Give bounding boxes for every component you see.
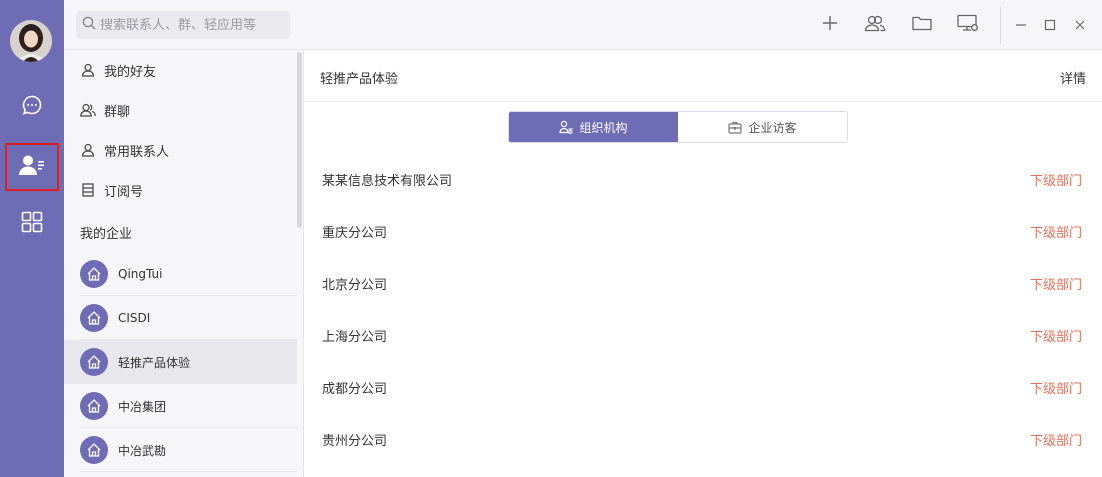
org-name: 中冶武勘: [118, 443, 167, 458]
files-button[interactable]: [910, 13, 934, 37]
plus-icon: [822, 15, 838, 35]
tab-organization[interactable]: 组织机构: [509, 112, 678, 142]
dept-row[interactable]: 某某信息技术有限公司 下级部门: [322, 153, 1082, 205]
dept-name: 上海分公司: [322, 329, 388, 345]
org-item-qingtui[interactable]: QingTui: [64, 252, 297, 296]
dept-name: 重庆分公司: [322, 225, 388, 241]
dept-row[interactable]: 贵州分公司 下级部门: [322, 413, 1082, 465]
folder-icon: [912, 15, 932, 35]
org-item-mcc-wukan[interactable]: 中冶武勘: [64, 428, 297, 472]
org-item-qingtui-experience[interactable]: 轻推产品体验: [64, 340, 297, 384]
org-name: QingTui: [118, 267, 163, 281]
briefcase-icon: [728, 121, 743, 134]
tab-label: 组织机构: [579, 120, 628, 135]
group-icon: [864, 14, 886, 36]
home-icon: [80, 260, 108, 288]
avatar[interactable]: [10, 20, 52, 62]
tab-label: 企业访客: [748, 120, 797, 135]
sub-dept-link[interactable]: 下级部门: [1030, 378, 1082, 397]
tab-enterprise-visitors[interactable]: 企业访客: [678, 112, 847, 142]
people-icon: [80, 102, 96, 118]
person-icon: [80, 142, 96, 158]
page-title: 轻推产品体验: [320, 72, 399, 87]
dept-name: 北京分公司: [322, 277, 388, 293]
person-icon: [80, 62, 96, 78]
home-icon: [80, 304, 108, 332]
sidebar-scrollbar[interactable]: [297, 52, 302, 228]
chat-nav-button[interactable]: [0, 83, 64, 131]
my-enterprise-section-label: 我的企业: [80, 227, 133, 242]
add-button[interactable]: [818, 13, 842, 37]
left-rail: [0, 0, 64, 477]
create-group-button[interactable]: [863, 13, 887, 37]
sub-dept-link[interactable]: 下级部门: [1030, 430, 1082, 449]
chat-icon: [21, 94, 43, 120]
dept-row[interactable]: 重庆分公司 下级部门: [322, 205, 1082, 257]
sidebar-item-friends[interactable]: 我的好友: [64, 50, 296, 90]
sidebar-item-label: 群聊: [104, 104, 131, 120]
screen-share-button[interactable]: [956, 13, 980, 37]
dept-row[interactable]: 北京分公司 下级部门: [322, 257, 1082, 309]
sidebar-item-label: 常用联系人: [104, 144, 170, 160]
home-icon: [80, 348, 108, 376]
search-input[interactable]: [100, 17, 280, 33]
sub-dept-link[interactable]: 下级部门: [1030, 274, 1082, 293]
sidebar-item-frequent-contacts[interactable]: 常用联系人: [64, 130, 296, 170]
org-name: 中冶集团: [118, 399, 167, 414]
sidebar-item-label: 订阅号: [104, 184, 144, 200]
org-name: CISDI: [118, 311, 151, 325]
toolbar-divider: [1000, 6, 1001, 44]
dept-row[interactable]: 上海分公司 下级部门: [322, 309, 1082, 361]
sub-dept-link[interactable]: 下级部门: [1030, 170, 1082, 189]
divider: [80, 471, 297, 472]
dept-name: 某某信息技术有限公司: [322, 173, 453, 189]
contacts-nav-button[interactable]: [5, 143, 59, 191]
sidebar-item-label: 我的好友: [104, 64, 157, 80]
sidebar-item-groups[interactable]: 群聊: [64, 90, 296, 130]
view-segmented-control: 组织机构 企业访客: [508, 111, 848, 143]
contacts-sidebar: 我的好友 群聊 常用联系人 订阅号 我的企业 QingTui CISDI 轻推产…: [64, 50, 304, 477]
close-button[interactable]: [1071, 16, 1089, 34]
dept-name: 贵州分公司: [322, 433, 388, 449]
apps-icon: [21, 211, 43, 237]
home-icon: [80, 392, 108, 420]
main-header: 轻推产品体验 详情: [304, 50, 1102, 102]
home-icon: [80, 436, 108, 464]
sub-dept-link[interactable]: 下级部门: [1030, 222, 1082, 241]
sidebar-item-subscriptions[interactable]: 订阅号: [64, 170, 296, 210]
search-box[interactable]: [76, 11, 290, 39]
org-item-mcc-group[interactable]: 中冶集团: [64, 384, 297, 428]
apps-nav-button[interactable]: [0, 200, 64, 248]
main-panel: 轻推产品体验 详情 组织机构 企业访客 某某信息技术有限公司 下级部门 重庆分公…: [304, 50, 1102, 477]
top-bar: [64, 0, 1102, 50]
dept-name: 成都分公司: [322, 381, 388, 397]
org-chart-icon: [559, 120, 573, 134]
details-link[interactable]: 详情: [1060, 68, 1086, 87]
contacts-icon: [19, 154, 45, 180]
maximize-button[interactable]: [1041, 16, 1059, 34]
dept-row[interactable]: 成都分公司 下级部门: [322, 361, 1082, 413]
sub-dept-link[interactable]: 下级部门: [1030, 326, 1082, 345]
org-item-cisdi[interactable]: CISDI: [64, 296, 297, 340]
search-icon: [82, 16, 96, 34]
minimize-button[interactable]: [1012, 16, 1030, 34]
org-name: 轻推产品体验: [118, 355, 191, 370]
book-icon: [80, 182, 96, 198]
screen-share-icon: [957, 14, 979, 36]
